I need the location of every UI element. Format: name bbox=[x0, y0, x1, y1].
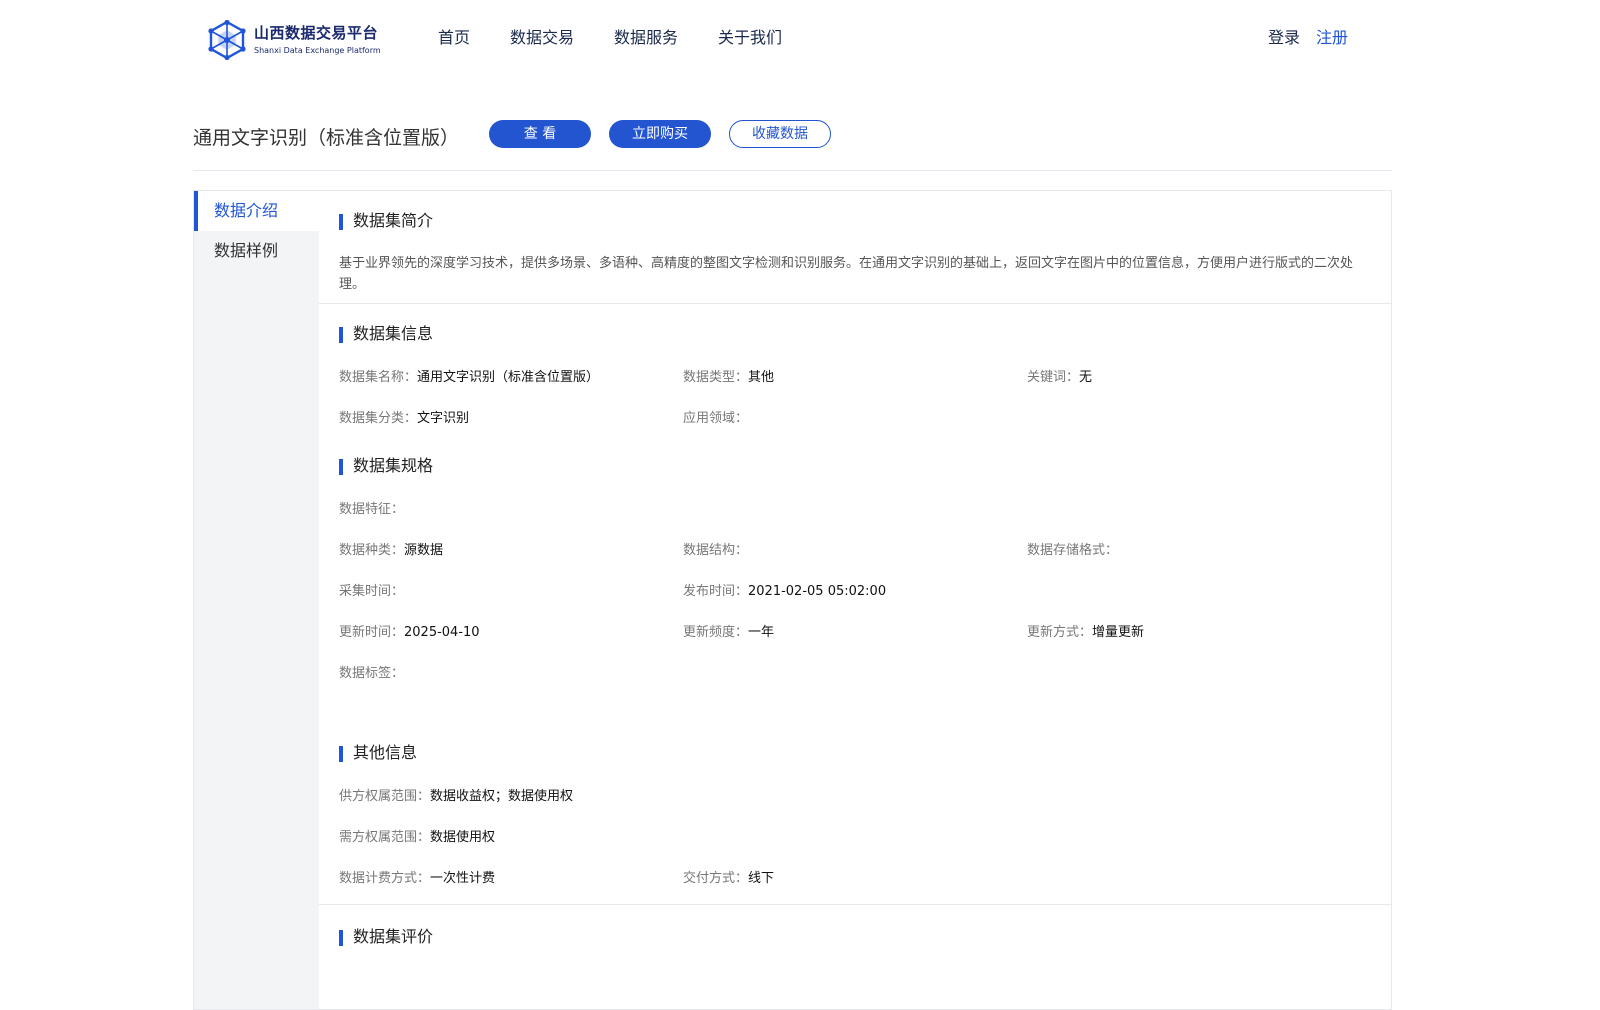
brand-logo[interactable]: 山西数据交易平台 Shanxi Data Exchange Platform bbox=[208, 20, 381, 60]
field-keywords: 关键词：无 bbox=[1027, 370, 1093, 385]
field-data-feature: 数据特征： bbox=[339, 502, 405, 517]
brand-name: 山西数据交易平台 bbox=[254, 24, 379, 42]
field-publish-time: 发布时间：2021-02-05 05:02:00 bbox=[683, 584, 887, 599]
auth-links: 登录 注册 bbox=[1268, 26, 1348, 50]
field-dataset-name: 数据集名称：通用文字识别（标准含位置版） bbox=[339, 370, 600, 385]
section-title: 数据集评价 bbox=[339, 927, 1373, 947]
nav-home[interactable]: 首页 bbox=[438, 26, 470, 50]
field-storage-format: 数据存储格式： bbox=[1027, 543, 1119, 558]
field-data-kind: 数据种类：源数据 bbox=[339, 543, 444, 558]
dataset-header: 通用文字识别（标准含位置版） 查 看 立即购买 收藏数据 bbox=[193, 118, 1392, 171]
info-grid: 数据集名称：通用文字识别（标准含位置版） 数据类型：其他 关键词：无 数据集分类… bbox=[339, 368, 1373, 450]
spec-grid: 数据特征： 数据种类：源数据 数据结构： 数据存储格式： 采集时间： 发布时间：… bbox=[339, 500, 1373, 705]
field-update-time: 更新时间：2025-04-10 bbox=[339, 625, 480, 640]
section-title: 数据集规格 bbox=[339, 456, 1373, 476]
sidebar-item-intro[interactable]: 数据介绍 bbox=[194, 191, 319, 231]
hexagon-network-icon bbox=[208, 20, 246, 60]
brand-name-en: Shanxi Data Exchange Platform bbox=[254, 46, 381, 55]
field-data-structure: 数据结构： bbox=[683, 543, 749, 558]
empty-cell bbox=[1027, 582, 1371, 623]
field-supplier-rights: 供方权属范围：数据收益权；数据使用权 bbox=[339, 789, 574, 804]
buy-now-button[interactable]: 立即购买 bbox=[609, 120, 711, 148]
field-data-type: 数据类型：其他 bbox=[683, 370, 775, 385]
sidebar-item-sample[interactable]: 数据样例 bbox=[194, 231, 319, 271]
field-update-frequency: 更新频度：一年 bbox=[683, 625, 775, 640]
field-buyer-rights: 需方权属范围：数据使用权 bbox=[339, 830, 496, 845]
view-button[interactable]: 查 看 bbox=[489, 120, 591, 148]
field-data-tags: 数据标签： bbox=[339, 666, 405, 681]
main-content: 数据集简介 基于业界领先的深度学习技术，提供多场景、多语种、高精度的整图文字检测… bbox=[319, 191, 1391, 1009]
top-header: 山西数据交易平台 Shanxi Data Exchange Platform 首… bbox=[0, 0, 1583, 80]
register-link[interactable]: 注册 bbox=[1316, 26, 1348, 50]
other-grid: 供方权属范围：数据收益权；数据使用权 需方权属范围：数据使用权 数据计费方式：一… bbox=[339, 787, 1373, 910]
nav-about-us[interactable]: 关于我们 bbox=[718, 26, 782, 50]
login-link[interactable]: 登录 bbox=[1268, 26, 1300, 50]
dataset-detail-panel: 数据介绍 数据样例 数据集简介 基于业界领先的深度学习技术，提供多场景、多语种、… bbox=[193, 190, 1392, 1010]
review-section: 数据集评价 bbox=[319, 904, 1391, 947]
nav-data-service[interactable]: 数据服务 bbox=[614, 26, 678, 50]
page-title: 通用文字识别（标准含位置版） bbox=[193, 127, 460, 149]
section-title: 数据集简介 bbox=[339, 211, 1373, 231]
field-collection-time: 采集时间： bbox=[339, 584, 405, 599]
info-spec-other-section: 数据集信息 数据集名称：通用文字识别（标准含位置版） 数据类型：其他 关键词：无… bbox=[319, 303, 1391, 904]
nav-data-trade[interactable]: 数据交易 bbox=[510, 26, 574, 50]
field-category: 数据集分类：文字识别 bbox=[339, 411, 470, 426]
field-application-domain: 应用领域： bbox=[683, 411, 749, 426]
field-update-method: 更新方式：增量更新 bbox=[1027, 625, 1145, 640]
section-title: 数据集信息 bbox=[339, 324, 1373, 344]
section-title: 其他信息 bbox=[339, 743, 1373, 763]
main-nav: 首页 数据交易 数据服务 关于我们 bbox=[438, 26, 822, 50]
sidebar: 数据介绍 数据样例 bbox=[194, 191, 319, 1009]
intro-text: 基于业界领先的深度学习技术，提供多场景、多语种、高精度的整图文字检测和识别服务。… bbox=[339, 256, 1354, 292]
favorite-button[interactable]: 收藏数据 bbox=[729, 120, 831, 148]
intro-section: 数据集简介 基于业界领先的深度学习技术，提供多场景、多语种、高精度的整图文字检测… bbox=[319, 191, 1391, 303]
